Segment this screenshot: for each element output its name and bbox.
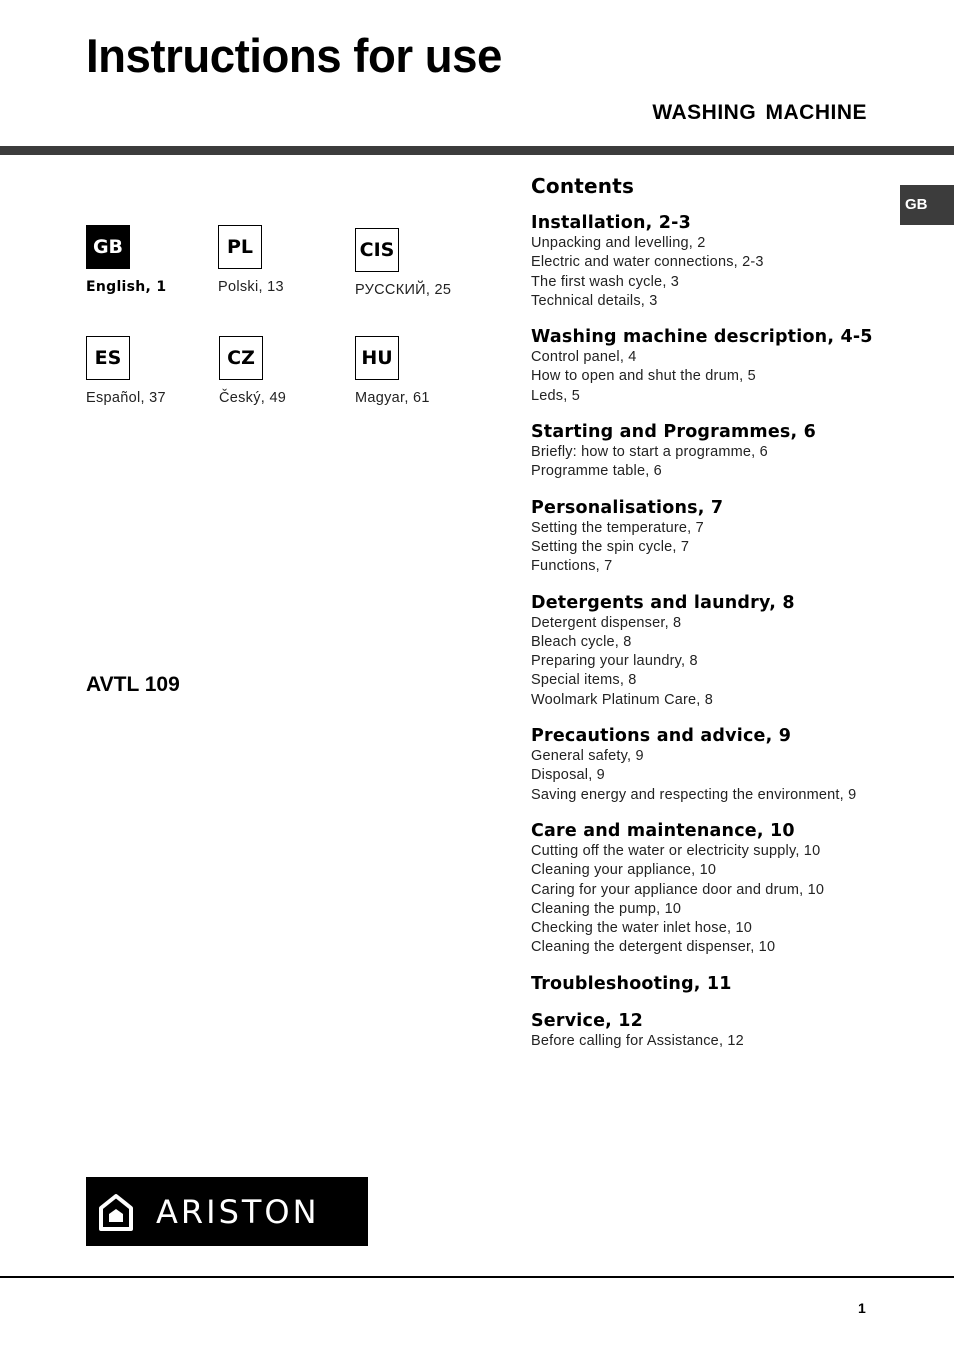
toc-item[interactable]: Special items, 8 [531, 671, 911, 690]
toc-item[interactable]: Leds, 5 [531, 387, 911, 406]
language-label: Polski, 13 [218, 279, 284, 295]
language-label: РУССКИЙ, 25 [355, 282, 452, 298]
toc-item[interactable]: Before calling for Assistance, 12 [531, 1032, 911, 1051]
language-option-cis[interactable]: CIS РУССКИЙ, 25 [355, 228, 451, 298]
language-option-pl[interactable]: PL Polski, 13 [218, 225, 284, 295]
toc-section-title[interactable]: Precautions and advice, 9 [531, 725, 911, 747]
contents-heading: Contents [531, 174, 635, 198]
toc-section: Installation, 2-3 Unpacking and levelling… [531, 212, 911, 311]
model-name: AVTL 109 [86, 673, 180, 696]
language-option-es[interactable]: ES Español, 37 [86, 336, 166, 406]
toc-section: Service, 12 Before calling for Assistance… [531, 1010, 911, 1051]
language-code-badge: HU [355, 336, 399, 380]
toc-item[interactable]: Detergent dispenser, 8 [531, 614, 911, 633]
toc-item[interactable]: Cleaning the detergent dispenser, 10 [531, 938, 911, 957]
toc-item[interactable]: Caring for your appliance door and drum,… [531, 881, 911, 900]
toc-section-title[interactable]: Installation, 2-3 [531, 212, 911, 234]
language-label: English, 1 [86, 279, 167, 295]
toc-item[interactable]: General safety, 9 [531, 747, 911, 766]
toc-item[interactable]: Preparing your laundry, 8 [531, 652, 911, 671]
brand-name: ARISTON [156, 1192, 320, 1231]
toc-section: Starting and Programmes, 6 Briefly: how t… [531, 421, 911, 482]
toc-section: Washing machine description, 4-5 Control … [531, 326, 911, 406]
toc-item[interactable]: The first wash cycle, 3 [531, 273, 911, 292]
language-label: Magyar, 61 [355, 390, 430, 406]
toc-item[interactable]: How to open and shut the drum, 5 [531, 367, 911, 386]
language-label: Español, 37 [86, 390, 166, 406]
toc-item[interactable]: Cleaning your appliance, 10 [531, 861, 911, 880]
toc-item[interactable]: Disposal, 9 [531, 766, 911, 785]
language-label: Český, 49 [219, 390, 287, 406]
toc-section-title[interactable]: Service, 12 [531, 1010, 911, 1032]
header-divider [0, 146, 954, 155]
language-option-hu[interactable]: HU Magyar, 61 [355, 336, 430, 406]
language-code-badge: CIS [355, 228, 399, 272]
language-option-cz[interactable]: CZ Český, 49 [219, 336, 286, 406]
language-code-badge: ES [86, 336, 130, 380]
toc-item[interactable]: Unpacking and levelling, 2 [531, 234, 911, 253]
toc-item[interactable]: Saving energy and respecting the environ… [531, 786, 911, 805]
toc-section-title[interactable]: Starting and Programmes, 6 [531, 421, 911, 443]
toc-section: Detergents and laundry, 8 Detergent dispe… [531, 592, 911, 710]
toc-section-title[interactable]: Washing machine description, 4-5 [531, 326, 911, 348]
toc-section-title[interactable]: Personalisations, 7 [531, 497, 911, 519]
page-number: 1 [858, 1300, 866, 1316]
toc-item[interactable]: Setting the temperature, 7 [531, 519, 911, 538]
toc-section-title[interactable]: Care and maintenance, 10 [531, 820, 911, 842]
toc-item[interactable]: Cleaning the pump, 10 [531, 900, 911, 919]
toc-item[interactable]: Electric and water connections, 2-3 [531, 253, 911, 272]
language-code-badge: GB [86, 225, 130, 269]
toc-section-title[interactable]: Troubleshooting, 11 [531, 973, 911, 995]
toc-section-title[interactable]: Detergents and laundry, 8 [531, 592, 911, 614]
toc-item[interactable]: Bleach cycle, 8 [531, 633, 911, 652]
toc-item[interactable]: Woolmark Platinum Care, 8 [531, 691, 911, 710]
toc-item[interactable]: Programme table, 6 [531, 462, 911, 481]
house-icon [99, 1193, 133, 1231]
toc-item[interactable]: Setting the spin cycle, 7 [531, 538, 911, 557]
toc-section: Personalisations, 7 Setting the temperatu… [531, 497, 911, 577]
toc-item[interactable]: Cutting off the water or electricity sup… [531, 842, 911, 861]
ariston-logo: ARISTON [86, 1177, 368, 1246]
toc-section: Precautions and advice, 9 General safety,… [531, 725, 911, 805]
language-code-badge: CZ [219, 336, 263, 380]
language-code-badge: PL [218, 225, 262, 269]
toc-item[interactable]: Checking the water inlet hose, 10 [531, 919, 911, 938]
toc-section: Care and maintenance, 10 Cutting off the … [531, 820, 911, 958]
toc-item[interactable]: Technical details, 3 [531, 292, 911, 311]
language-option-gb[interactable]: GB English, 1 [86, 225, 166, 295]
toc-sections: Installation, 2-3 Unpacking and levelling… [531, 212, 911, 1051]
toc-section: Troubleshooting, 11 [531, 973, 911, 995]
toc-item[interactable]: Briefly: how to start a programme, 6 [531, 443, 911, 462]
toc-item[interactable]: Functions, 7 [531, 557, 911, 576]
product-type: WASHING MACHINE [652, 101, 867, 124]
footer-divider [0, 1276, 954, 1278]
table-of-contents: Contents Installation, 2-3 Unpacking and … [531, 174, 911, 1066]
toc-item[interactable]: Control panel, 4 [531, 348, 911, 367]
page-title: Instructions for use [86, 29, 502, 82]
